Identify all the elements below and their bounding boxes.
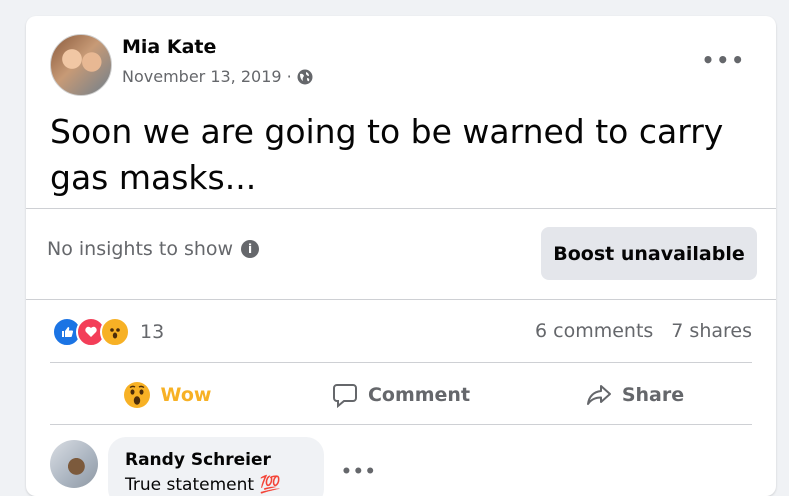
wow-label: Wow <box>160 384 212 406</box>
boost-button[interactable]: Boost unavailable <box>541 227 757 280</box>
author-name[interactable]: Mia Kate <box>122 36 216 58</box>
wow-button[interactable]: Wow <box>50 371 284 419</box>
share-button[interactable]: Share <box>518 371 752 419</box>
action-bar: Wow Comment Share <box>50 371 752 419</box>
post-card: Mia Kate November 13, 2019 · ••• Soon we… <box>26 16 776 496</box>
post-options-icon[interactable]: ••• <box>702 48 746 72</box>
comment-label: Comment <box>367 384 471 406</box>
share-icon <box>586 385 611 405</box>
comment-options-icon[interactable]: ••• <box>341 462 377 482</box>
divider <box>50 362 752 363</box>
divider <box>26 208 776 209</box>
insights-label: No insights to show <box>47 238 234 260</box>
reaction-count: 13 <box>140 321 165 343</box>
post-meta: November 13, 2019 · <box>122 67 314 86</box>
divider <box>50 424 752 425</box>
shares-count[interactable]: 7 shares <box>671 320 752 342</box>
post-text: Soon we are going to be warned to carry … <box>50 112 724 197</box>
comment-icon <box>332 384 357 408</box>
comments-count[interactable]: 6 comments <box>535 320 653 342</box>
divider <box>26 299 776 300</box>
comment-text: True statement 💯 <box>125 475 281 495</box>
share-label: Share <box>621 384 685 406</box>
commenter-avatar[interactable] <box>50 440 98 488</box>
wow-reaction-icon <box>123 382 150 408</box>
wow-icon <box>100 317 130 347</box>
post-date[interactable]: November 13, 2019 · <box>122 67 292 86</box>
post-stats: 6 comments 7 shares <box>535 320 752 342</box>
commenter-name[interactable]: Randy Schreier <box>125 450 271 470</box>
globe-icon <box>296 68 314 86</box>
comment-button[interactable]: Comment <box>284 371 518 419</box>
author-avatar[interactable] <box>50 34 112 96</box>
info-icon[interactable]: i <box>241 240 260 258</box>
reactions-summary[interactable]: 13 <box>52 317 164 347</box>
insights-row: No insights to show i <box>47 238 260 260</box>
